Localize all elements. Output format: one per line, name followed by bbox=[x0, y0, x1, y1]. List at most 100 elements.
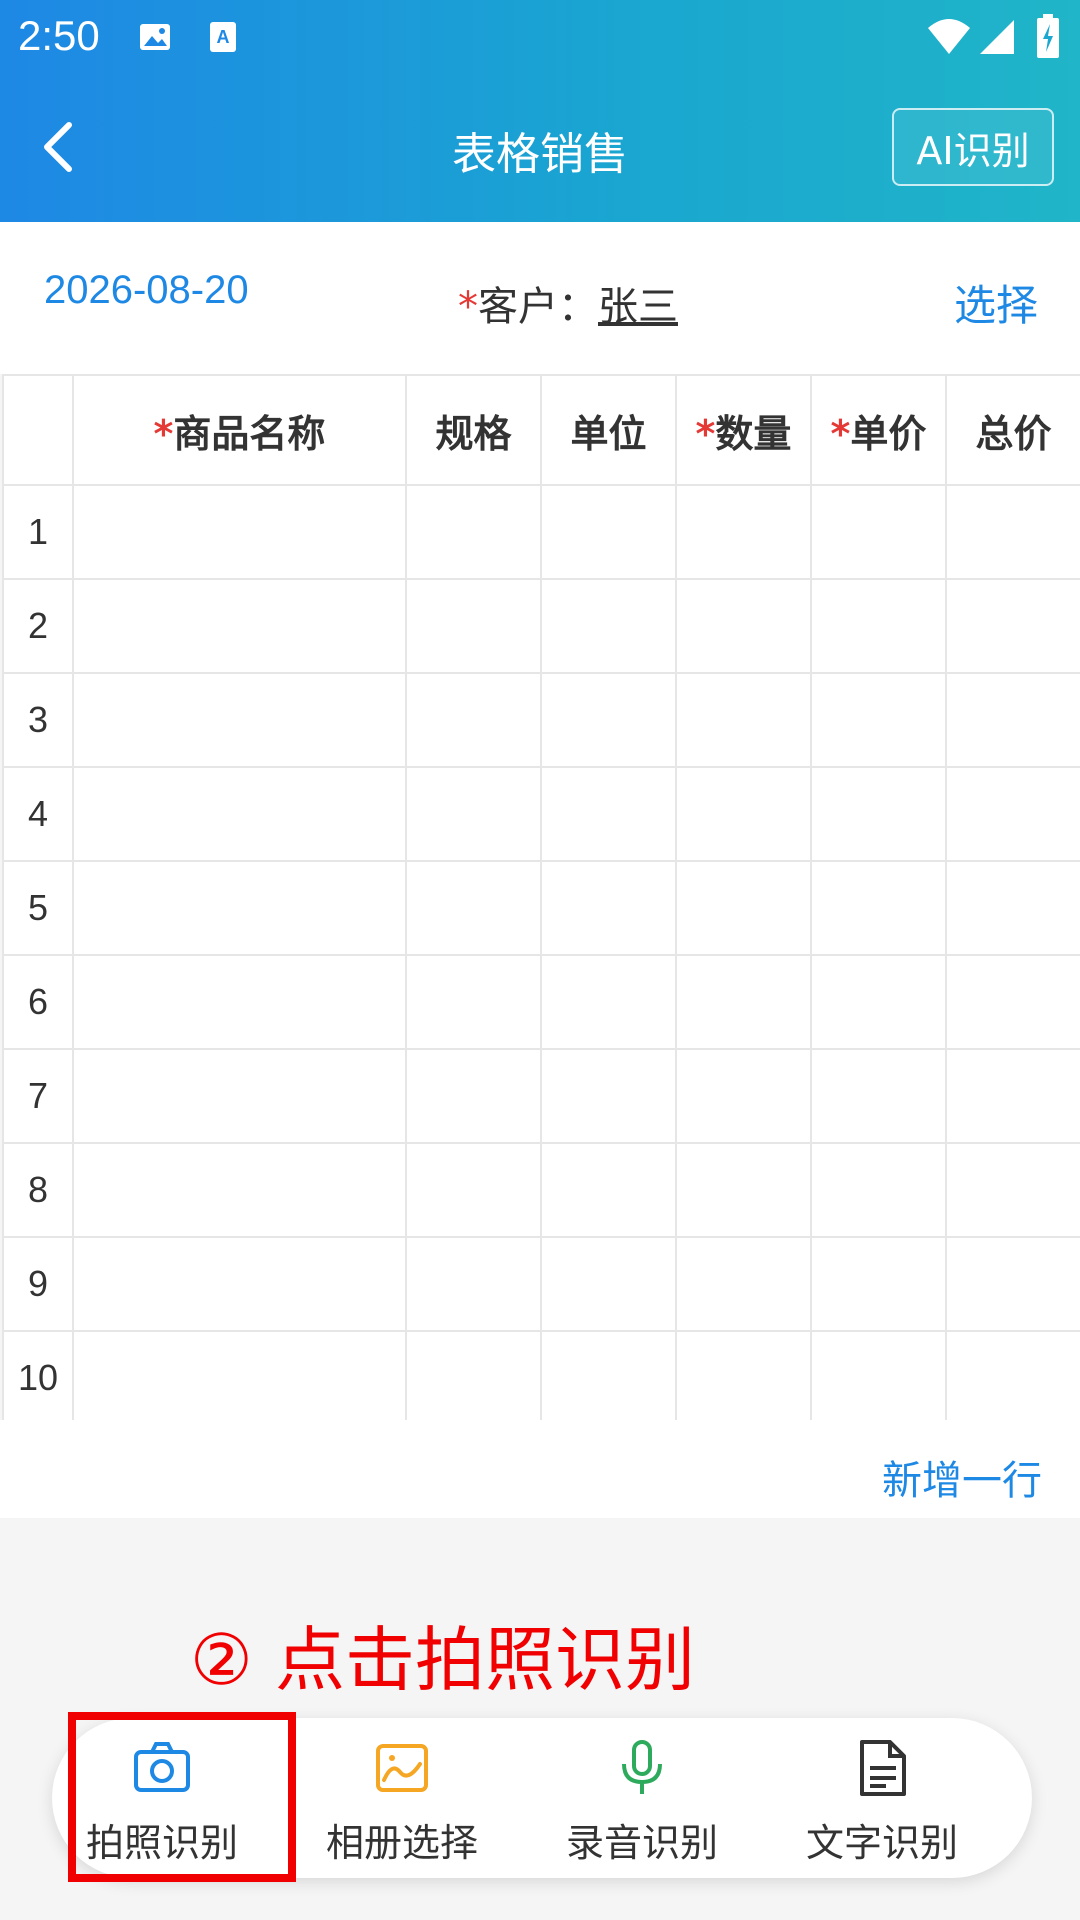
row-number: 9 bbox=[2, 1236, 74, 1332]
column-header: *数量 bbox=[675, 374, 812, 486]
table-cell[interactable] bbox=[405, 672, 542, 768]
status-time: 2:50 bbox=[18, 12, 100, 59]
table-cell[interactable] bbox=[675, 766, 812, 862]
table-row: 1 bbox=[2, 484, 1080, 580]
table-cell[interactable] bbox=[405, 1236, 542, 1332]
table-cell[interactable] bbox=[945, 672, 1080, 768]
row-number: 2 bbox=[2, 578, 74, 674]
select-customer-link[interactable]: 选择 bbox=[954, 272, 1038, 333]
text-recognize-button[interactable]: 文字识别 bbox=[772, 1718, 992, 1878]
table-cell[interactable] bbox=[675, 1236, 812, 1332]
table-cell[interactable] bbox=[810, 954, 947, 1050]
table-cell[interactable] bbox=[405, 1330, 542, 1426]
table-cell[interactable] bbox=[72, 578, 407, 674]
add-row-link[interactable]: 新增一行 bbox=[882, 1448, 1042, 1506]
table-cell[interactable] bbox=[540, 578, 677, 674]
signal-icon bbox=[980, 20, 1014, 54]
table-cell[interactable] bbox=[405, 578, 542, 674]
table-cell[interactable] bbox=[540, 1330, 677, 1426]
table-cell[interactable] bbox=[405, 484, 542, 580]
row-number: 10 bbox=[2, 1330, 74, 1426]
ai-recognize-button[interactable]: AI识别 bbox=[892, 108, 1054, 186]
table-cell[interactable] bbox=[945, 766, 1080, 862]
table-cell[interactable] bbox=[72, 1236, 407, 1332]
table-cell[interactable] bbox=[540, 766, 677, 862]
table-cell[interactable] bbox=[675, 484, 812, 580]
column-header-label: 规格 bbox=[435, 411, 512, 456]
table-cell[interactable] bbox=[72, 484, 407, 580]
table-cell[interactable] bbox=[405, 766, 542, 862]
table-cell[interactable] bbox=[72, 1142, 407, 1238]
table-cell[interactable] bbox=[810, 1048, 947, 1144]
column-header-label: 单位 bbox=[570, 411, 647, 456]
sales-table: *商品名称 规格 单位 *数量 *单价 总价 1 2 3 4 5 6 7 8 9 10 bbox=[2, 374, 1080, 1426]
column-header-label: 单价 bbox=[850, 411, 927, 456]
table-cell[interactable] bbox=[675, 1142, 812, 1238]
customer-label: 客户： bbox=[478, 284, 598, 330]
table-cell[interactable] bbox=[810, 766, 947, 862]
table-cell[interactable] bbox=[540, 1142, 677, 1238]
table-cell[interactable] bbox=[540, 672, 677, 768]
table-cell[interactable] bbox=[945, 954, 1080, 1050]
table-cell[interactable] bbox=[72, 1048, 407, 1144]
required-mark: * bbox=[830, 411, 851, 456]
table-cell[interactable] bbox=[945, 1236, 1080, 1332]
table-cell[interactable] bbox=[72, 860, 407, 956]
date-picker[interactable]: 2026-08-20 bbox=[44, 268, 249, 313]
column-header: 总价 bbox=[945, 374, 1080, 486]
column-header: 单位 bbox=[540, 374, 677, 486]
table-cell[interactable] bbox=[72, 672, 407, 768]
text-recognize-label: 文字识别 bbox=[805, 1821, 958, 1865]
table-cell[interactable] bbox=[945, 1048, 1080, 1144]
table-cell[interactable] bbox=[540, 484, 677, 580]
album-select-button[interactable]: 相册选择 bbox=[292, 1718, 512, 1878]
image-icon bbox=[376, 1744, 428, 1792]
table-cell[interactable] bbox=[810, 860, 947, 956]
row-number: 4 bbox=[2, 766, 74, 862]
table-cell[interactable] bbox=[405, 954, 542, 1050]
order-header: 2026-08-20 *客户：张三 选择 bbox=[0, 222, 1080, 374]
table-cell[interactable] bbox=[945, 860, 1080, 956]
table-cell[interactable] bbox=[810, 672, 947, 768]
row-number: 3 bbox=[2, 672, 74, 768]
table-cell[interactable] bbox=[945, 484, 1080, 580]
highlight-box bbox=[68, 1712, 296, 1882]
table-cell[interactable] bbox=[540, 1048, 677, 1144]
table-cell[interactable] bbox=[405, 860, 542, 956]
table-cell[interactable] bbox=[810, 484, 947, 580]
table-cell[interactable] bbox=[540, 860, 677, 956]
table-cell[interactable] bbox=[540, 1236, 677, 1332]
customer-name[interactable]: 张三 bbox=[598, 284, 678, 330]
required-mark: * bbox=[153, 411, 174, 456]
table-cell[interactable] bbox=[945, 1142, 1080, 1238]
table-cell[interactable] bbox=[72, 954, 407, 1050]
row-number: 8 bbox=[2, 1142, 74, 1238]
table-row: 9 bbox=[2, 1236, 1080, 1332]
table-cell[interactable] bbox=[72, 766, 407, 862]
table-cell[interactable] bbox=[675, 672, 812, 768]
table-cell[interactable] bbox=[405, 1142, 542, 1238]
table-row: 2 bbox=[2, 578, 1080, 674]
table-cell[interactable] bbox=[405, 1048, 542, 1144]
required-mark: * bbox=[458, 284, 478, 330]
battery-icon bbox=[1037, 14, 1059, 58]
table-cell[interactable] bbox=[810, 578, 947, 674]
table-cell[interactable] bbox=[810, 1330, 947, 1426]
table-cell[interactable] bbox=[540, 954, 677, 1050]
table-cell[interactable] bbox=[675, 1330, 812, 1426]
navigation-bar: 表格销售 AI识别 bbox=[0, 74, 1080, 222]
voice-recognize-button[interactable]: 录音识别 bbox=[532, 1718, 752, 1878]
table-cell[interactable] bbox=[675, 578, 812, 674]
album-select-label: 相册选择 bbox=[325, 1821, 478, 1865]
table-cell[interactable] bbox=[810, 1142, 947, 1238]
table-cell[interactable] bbox=[810, 1236, 947, 1332]
table-cell[interactable] bbox=[675, 860, 812, 956]
table-cell[interactable] bbox=[945, 578, 1080, 674]
table-cell[interactable] bbox=[945, 1330, 1080, 1426]
required-mark: * bbox=[695, 411, 716, 456]
table-cell[interactable] bbox=[675, 954, 812, 1050]
table-cell[interactable] bbox=[72, 1330, 407, 1426]
table-cell[interactable] bbox=[675, 1048, 812, 1144]
table-row: 6 bbox=[2, 954, 1080, 1050]
instruction-annotation: ② 点击拍照识别 bbox=[190, 1619, 696, 1701]
